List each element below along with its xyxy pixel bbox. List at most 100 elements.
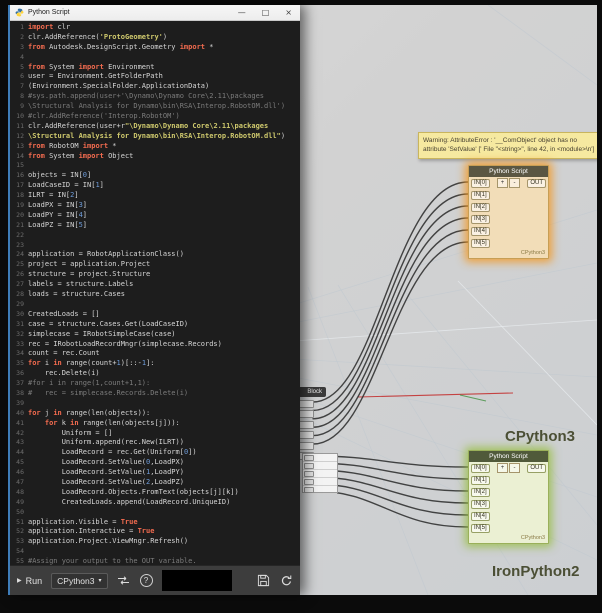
engine-selector[interactable]: CPython3 ▾ — [51, 572, 108, 589]
code-line[interactable]: 45 LoadRecord.SetValue(0,LoadPX) — [10, 458, 300, 468]
code-line[interactable]: 12 \Structural Analysis for Dynamo\bin\RS… — [10, 132, 300, 142]
code-line[interactable]: 54 — [10, 547, 300, 557]
code-line[interactable]: 36 rec.Delete(i) — [10, 369, 300, 379]
output-port[interactable]: OUT — [527, 178, 546, 188]
code-line[interactable]: 52 application.Interactive = True — [10, 527, 300, 537]
code-line[interactable]: 48 LoadRecord.Objects.FromText(objects[j… — [10, 488, 300, 498]
code-line[interactable]: 34 count = rec.Count — [10, 349, 300, 359]
code-line[interactable]: 49 CreatedLoads.append(LoadRecord.Unique… — [10, 498, 300, 508]
revert-icon[interactable] — [279, 574, 293, 588]
port-chip[interactable] — [298, 431, 314, 440]
code-line[interactable]: 29 — [10, 300, 300, 310]
code-area[interactable]: 1 import clr 2 clr.AddReference('ProtoGeome… — [10, 21, 300, 565]
input-port[interactable]: IN[3] — [471, 214, 490, 224]
code-line[interactable]: 13 from RobotOM import * — [10, 142, 300, 152]
add-input-button[interactable]: + — [497, 178, 508, 188]
code-line[interactable]: 50 — [10, 508, 300, 518]
input-port[interactable]: IN[5] — [471, 523, 490, 533]
code-line[interactable]: 35 for i in range(count+1)[::-1]: — [10, 359, 300, 369]
code-line[interactable]: 40 for j in range(len(objects)): — [10, 409, 300, 419]
code-line[interactable]: 16 objects = IN[0] — [10, 171, 300, 181]
code-line[interactable]: 21 LoadPZ = IN[5] — [10, 221, 300, 231]
help-icon[interactable]: ? — [139, 574, 153, 587]
titlebar[interactable]: Python Script — □ × — [10, 5, 300, 21]
remove-input-button[interactable]: - — [509, 463, 520, 473]
python-script-node-selected[interactable]: Python Script IN[0] + - OUT IN[1] IN[2] IN[3] IN… — [468, 450, 549, 544]
input-port[interactable]: IN[5] — [471, 238, 490, 248]
port-chip[interactable] — [298, 400, 314, 408]
minimize-button[interactable]: — — [238, 8, 246, 18]
code-line[interactable]: 4 — [10, 53, 300, 63]
input-port[interactable]: IN[1] — [471, 190, 490, 200]
code-line[interactable]: 27 labels = structure.Labels — [10, 280, 300, 290]
code-line[interactable]: 18 ILRT = IN[2] — [10, 191, 300, 201]
code-line[interactable]: 24 application = RobotApplicationClass() — [10, 250, 300, 260]
code-line[interactable]: 20 LoadPY = IN[4] — [10, 211, 300, 221]
code-line[interactable]: 15 — [10, 161, 300, 171]
run-button[interactable]: ▶ Run — [17, 576, 42, 586]
node-title[interactable]: Python Script — [469, 451, 548, 462]
code-line[interactable]: 7 (Environment.SpecialFolder.ApplicationD… — [10, 82, 300, 92]
wire[interactable] — [313, 490, 469, 528]
code-line[interactable]: 53 application.Project.ViewMngr.Refresh() — [10, 537, 300, 547]
input-port[interactable]: IN[4] — [471, 511, 490, 521]
code-line[interactable]: 1 import clr — [10, 23, 300, 33]
node-title[interactable]: Python Script — [469, 166, 548, 177]
code-line[interactable]: 33 rec = IRobotLoadRecordMngr(simplecase.… — [10, 340, 300, 350]
port-chip[interactable] — [298, 420, 314, 429]
code-line[interactable]: 8 #sys.path.append(user+'\Dynamo\Dynamo C… — [10, 92, 300, 102]
list-node-partial[interactable] — [302, 453, 338, 494]
code-line[interactable]: 47 LoadRecord.SetValue(2,LoadPZ) — [10, 478, 300, 488]
code-line[interactable]: 9 \Structural Analysis for Dynamo\bin\RSA… — [10, 102, 300, 112]
code-line[interactable]: 11 clr.AddReference(user+r"\Dynamo\Dynamo… — [10, 122, 300, 132]
code-line[interactable]: 28 loads = structure.Cases — [10, 290, 300, 300]
code-line[interactable]: 26 structure = project.Structure — [10, 270, 300, 280]
code-line[interactable]: 31 case = structure.Cases.Get(LoadCaseID) — [10, 320, 300, 330]
port-chip[interactable] — [304, 462, 314, 469]
code-line[interactable]: 2 clr.AddReference('ProtoGeometry') — [10, 33, 300, 43]
code-line[interactable]: 10 #clr.AddReference('Interop.RobotOM') — [10, 112, 300, 122]
input-port[interactable]: IN[1] — [471, 475, 490, 485]
input-port[interactable]: IN[3] — [471, 499, 490, 509]
migration-assistant-icon[interactable] — [117, 574, 131, 588]
code-line[interactable]: 44 LoadRecord = rec.Get(Uniform[0]) — [10, 448, 300, 458]
port-chip[interactable] — [304, 470, 314, 477]
port-chip[interactable] — [304, 486, 314, 493]
code-line[interactable]: 3 from Autodesk.DesignScript.Geometry imp… — [10, 43, 300, 53]
input-port[interactable]: IN[2] — [471, 487, 490, 497]
code-line[interactable]: 39 — [10, 399, 300, 409]
input-port[interactable]: IN[0] — [471, 463, 490, 473]
save-icon[interactable] — [256, 574, 270, 588]
code-line[interactable]: 41 for k in range(len(objects[j])): — [10, 419, 300, 429]
note-cpython3[interactable]: CPython3 — [505, 428, 575, 445]
input-port[interactable]: IN[2] — [471, 202, 490, 212]
code-line[interactable]: 23 — [10, 241, 300, 251]
port-chip[interactable] — [298, 410, 314, 419]
close-button[interactable]: × — [285, 8, 292, 18]
port-chip[interactable] — [304, 478, 314, 485]
code-line[interactable]: 42 Uniform = [] — [10, 429, 300, 439]
input-port[interactable]: IN[4] — [471, 226, 490, 236]
wire[interactable] — [312, 241, 469, 445]
code-line[interactable]: 32 simplecase = IRobotSimpleCase(case) — [10, 330, 300, 340]
code-line[interactable]: 19 LoadPX = IN[3] — [10, 201, 300, 211]
python-script-node-warning[interactable]: Python Script IN[0] + - OUT IN[1] IN[2] IN[3] IN… — [468, 165, 549, 259]
code-line[interactable]: 38 # rec = simplecase.Records.Delete(i) — [10, 389, 300, 399]
code-line[interactable]: 43 Uniform.append(rec.New(ILRT)) — [10, 438, 300, 448]
code-line[interactable]: 5 from System import Environment — [10, 63, 300, 73]
code-line[interactable]: 51 application.Visible = True — [10, 518, 300, 528]
code-line[interactable]: 46 LoadRecord.SetValue(1,LoadPY) — [10, 468, 300, 478]
maximize-button[interactable]: □ — [262, 8, 270, 18]
input-port[interactable]: IN[0] — [471, 178, 490, 188]
note-ironpython2[interactable]: IronPython2 — [492, 563, 580, 580]
code-line[interactable]: 37 #for i in range(1,count+1,1): — [10, 379, 300, 389]
port-chip[interactable] — [298, 441, 314, 450]
code-line[interactable]: 6 user = Environment.GetFolderPath — [10, 72, 300, 82]
output-port[interactable]: OUT — [527, 463, 546, 473]
code-line[interactable]: 25 project = application.Project — [10, 260, 300, 270]
code-line[interactable]: 17 LoadCaseID = IN[1] — [10, 181, 300, 191]
add-input-button[interactable]: + — [497, 463, 508, 473]
code-line[interactable]: 30 CreatedLoads = [] — [10, 310, 300, 320]
port-chip[interactable] — [304, 454, 314, 461]
code-line[interactable]: 55 #Assign your output to the OUT variabl… — [10, 557, 300, 565]
